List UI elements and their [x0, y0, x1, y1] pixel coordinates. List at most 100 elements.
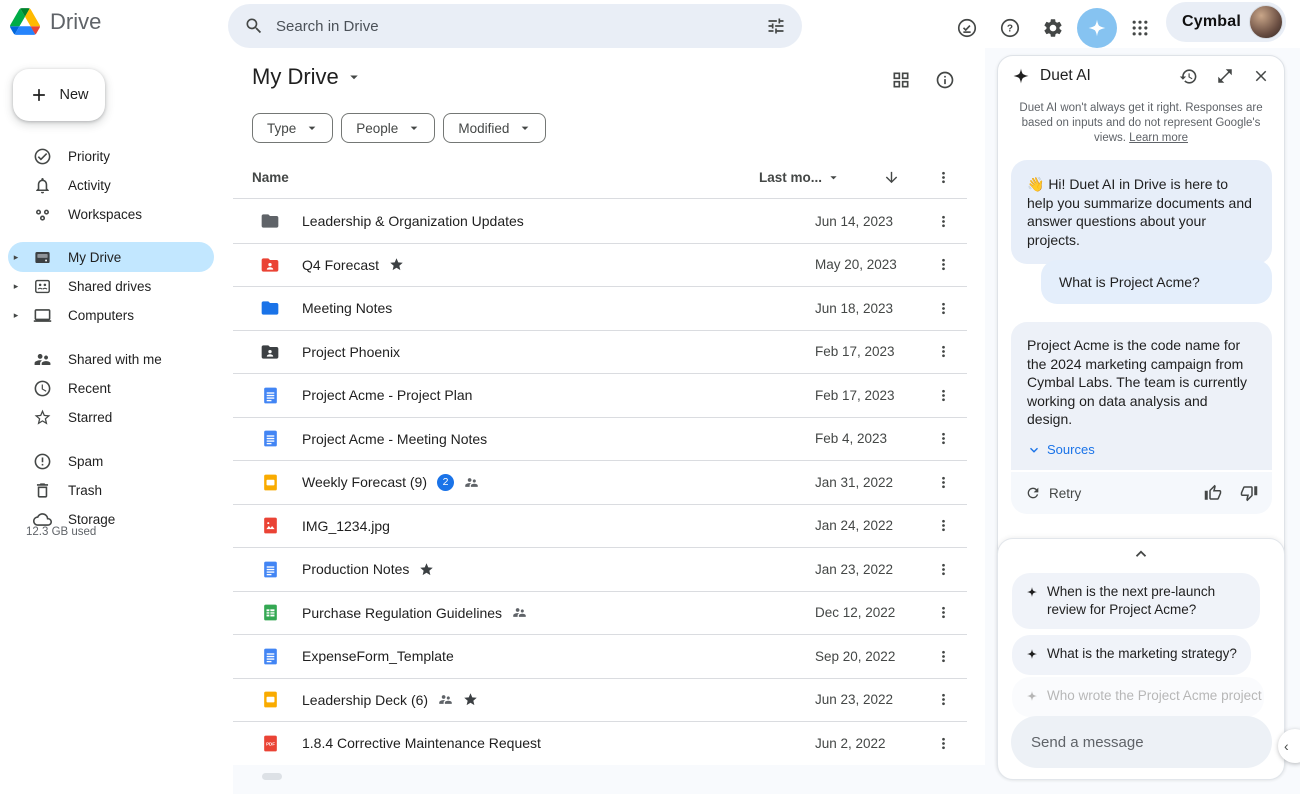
name-column-header[interactable]: Name — [252, 170, 759, 185]
account-pill[interactable]: Cymbal — [1166, 2, 1286, 42]
sidebar-item-label: Priority — [68, 149, 110, 164]
filter-type[interactable]: Type — [252, 113, 333, 143]
sources-toggle[interactable]: Sources — [1027, 441, 1256, 458]
file-row[interactable]: Project Acme - Meeting Notes Feb 4, 2023 — [233, 418, 967, 462]
more-options-icon[interactable] — [919, 691, 967, 708]
more-options-icon[interactable] — [919, 300, 967, 317]
computers-icon — [32, 305, 52, 325]
offline-status-icon[interactable] — [947, 8, 987, 48]
duet-disclaimer: Duet AI won't always get it right. Respo… — [1018, 101, 1264, 147]
filter-people[interactable]: People — [341, 113, 435, 143]
advanced-search-icon[interactable] — [766, 16, 786, 36]
expand-caret-icon[interactable]: ▸ — [8, 281, 24, 292]
sidebar-item-label: Spam — [68, 454, 103, 469]
file-type-icon — [260, 342, 280, 362]
last-modified-date: Jun 14, 2023 — [815, 214, 919, 229]
file-row[interactable]: Project Phoenix Feb 17, 2023 — [233, 331, 967, 375]
more-options-icon[interactable] — [919, 735, 967, 752]
file-type-icon — [260, 429, 280, 449]
filter-label: Type — [267, 121, 296, 136]
settings-icon[interactable] — [1033, 8, 1073, 48]
suggestion-label: What is the marketing strategy? — [1047, 645, 1237, 665]
search-bar[interactable]: Search in Drive — [228, 4, 802, 48]
file-row[interactable]: IMG_1234.jpg Jan 24, 2022 — [233, 505, 967, 549]
my-drive-title-button[interactable]: My Drive — [252, 64, 363, 90]
new-button[interactable]: New — [13, 69, 105, 121]
sidebar-item-computers[interactable]: ▸ Computers — [8, 300, 214, 330]
more-options-icon[interactable] — [919, 256, 967, 273]
more-options-icon[interactable] — [919, 517, 967, 534]
file-list: Leadership & Organization Updates Jun 14… — [233, 200, 967, 766]
partial-file-icon — [262, 773, 282, 780]
avatar[interactable] — [1249, 5, 1283, 39]
learn-more-link[interactable]: Learn more — [1129, 132, 1188, 144]
sort-direction-icon[interactable] — [863, 169, 919, 186]
sidebar-item-workspaces[interactable]: Workspaces — [8, 199, 214, 229]
search-placeholder[interactable]: Search in Drive — [276, 18, 754, 35]
header-more-options-icon[interactable] — [919, 169, 967, 186]
suggestion-chip[interactable]: What is the marketing strategy? — [1012, 635, 1251, 675]
thumbs-up-icon[interactable] — [1204, 484, 1222, 502]
more-options-icon[interactable] — [919, 561, 967, 578]
file-name: Project Phoenix — [302, 344, 400, 360]
page-title: My Drive — [252, 64, 339, 90]
sidebar-item-my-drive[interactable]: ▸ My Drive — [8, 242, 214, 272]
sidebar-item-shared-drives[interactable]: ▸ Shared drives — [8, 271, 214, 301]
file-name: Q4 Forecast — [302, 257, 379, 273]
help-icon[interactable]: ? — [990, 8, 1030, 48]
suggestion-chip[interactable]: When is the next pre-launch review for P… — [1012, 573, 1260, 629]
last-modified-date: Dec 12, 2022 — [815, 605, 919, 620]
message-input[interactable]: Send a message — [1011, 716, 1272, 768]
sidebar-item-spam[interactable]: Spam — [8, 446, 214, 476]
details-info-icon[interactable] — [935, 70, 955, 90]
sparkle-icon — [1026, 689, 1038, 707]
suggestion-chip[interactable]: Who wrote the Project Acme project — [1012, 677, 1264, 717]
sidebar-item-priority[interactable]: Priority — [8, 141, 214, 171]
collapse-suggestions-icon[interactable] — [1132, 545, 1150, 568]
search-icon[interactable] — [244, 16, 264, 36]
more-options-icon[interactable] — [919, 387, 967, 404]
drive-home-link[interactable]: Drive — [10, 8, 101, 35]
expand-icon[interactable] — [1216, 67, 1234, 85]
expand-caret-icon[interactable]: ▸ — [8, 252, 24, 263]
sidebar-item-activity[interactable]: Activity — [8, 170, 214, 200]
more-options-icon[interactable] — [919, 430, 967, 447]
more-options-icon[interactable] — [919, 343, 967, 360]
last-modified-date: Sep 20, 2022 — [815, 649, 919, 664]
file-row[interactable]: Leadership Deck (6) Jun 23, 2022 — [233, 679, 967, 723]
expand-caret-icon[interactable]: ▸ — [8, 310, 24, 321]
apps-grid-icon[interactable] — [1120, 8, 1160, 48]
file-type-icon: PDF — [260, 733, 280, 753]
file-row[interactable]: PDF 1.8.4 Corrective Maintenance Request… — [233, 722, 967, 766]
sidebar-item-trash[interactable]: Trash — [8, 475, 214, 505]
file-row[interactable]: Production Notes Jan 23, 2022 — [233, 548, 967, 592]
duet-ai-button[interactable] — [1077, 8, 1117, 48]
file-row[interactable]: Purchase Regulation Guidelines Dec 12, 2… — [233, 592, 967, 636]
sidebar-item-shared-with-me[interactable]: Shared with me — [8, 344, 214, 374]
close-icon[interactable] — [1252, 67, 1270, 85]
file-row[interactable]: Weekly Forecast (9) 2 Jan 31, 2022 — [233, 461, 967, 505]
history-icon[interactable] — [1179, 67, 1198, 86]
file-row[interactable]: ExpenseForm_Template Sep 20, 2022 — [233, 635, 967, 679]
more-options-icon[interactable] — [919, 474, 967, 491]
duet-sparkle-icon — [1012, 67, 1030, 85]
sidebar-item-recent[interactable]: Recent — [8, 373, 214, 403]
more-options-icon[interactable] — [919, 213, 967, 230]
grid-view-icon[interactable] — [891, 70, 911, 90]
file-name: Weekly Forecast (9) — [302, 474, 427, 490]
file-row[interactable]: Meeting Notes Jun 18, 2023 — [233, 287, 967, 331]
suggestion-label: When is the next pre-launch review for P… — [1047, 583, 1246, 619]
more-options-icon[interactable] — [919, 604, 967, 621]
retry-button[interactable]: Retry — [1025, 485, 1204, 501]
people-icon — [32, 349, 52, 369]
file-row[interactable]: Q4 Forecast May 20, 2023 — [233, 244, 967, 288]
file-type-icon — [260, 211, 280, 231]
sidebar-item-starred[interactable]: Starred — [8, 402, 214, 432]
duet-ai-panel: Duet AI Duet AI won't always get it righ… — [997, 55, 1285, 779]
modified-column-header[interactable]: Last mo... — [759, 170, 863, 185]
thumbs-down-icon[interactable] — [1240, 484, 1258, 502]
more-options-icon[interactable] — [919, 648, 967, 665]
file-row[interactable]: Project Acme - Project Plan Feb 17, 2023 — [233, 374, 967, 418]
file-row[interactable]: Leadership & Organization Updates Jun 14… — [233, 200, 967, 244]
filter-modified[interactable]: Modified — [443, 113, 546, 143]
